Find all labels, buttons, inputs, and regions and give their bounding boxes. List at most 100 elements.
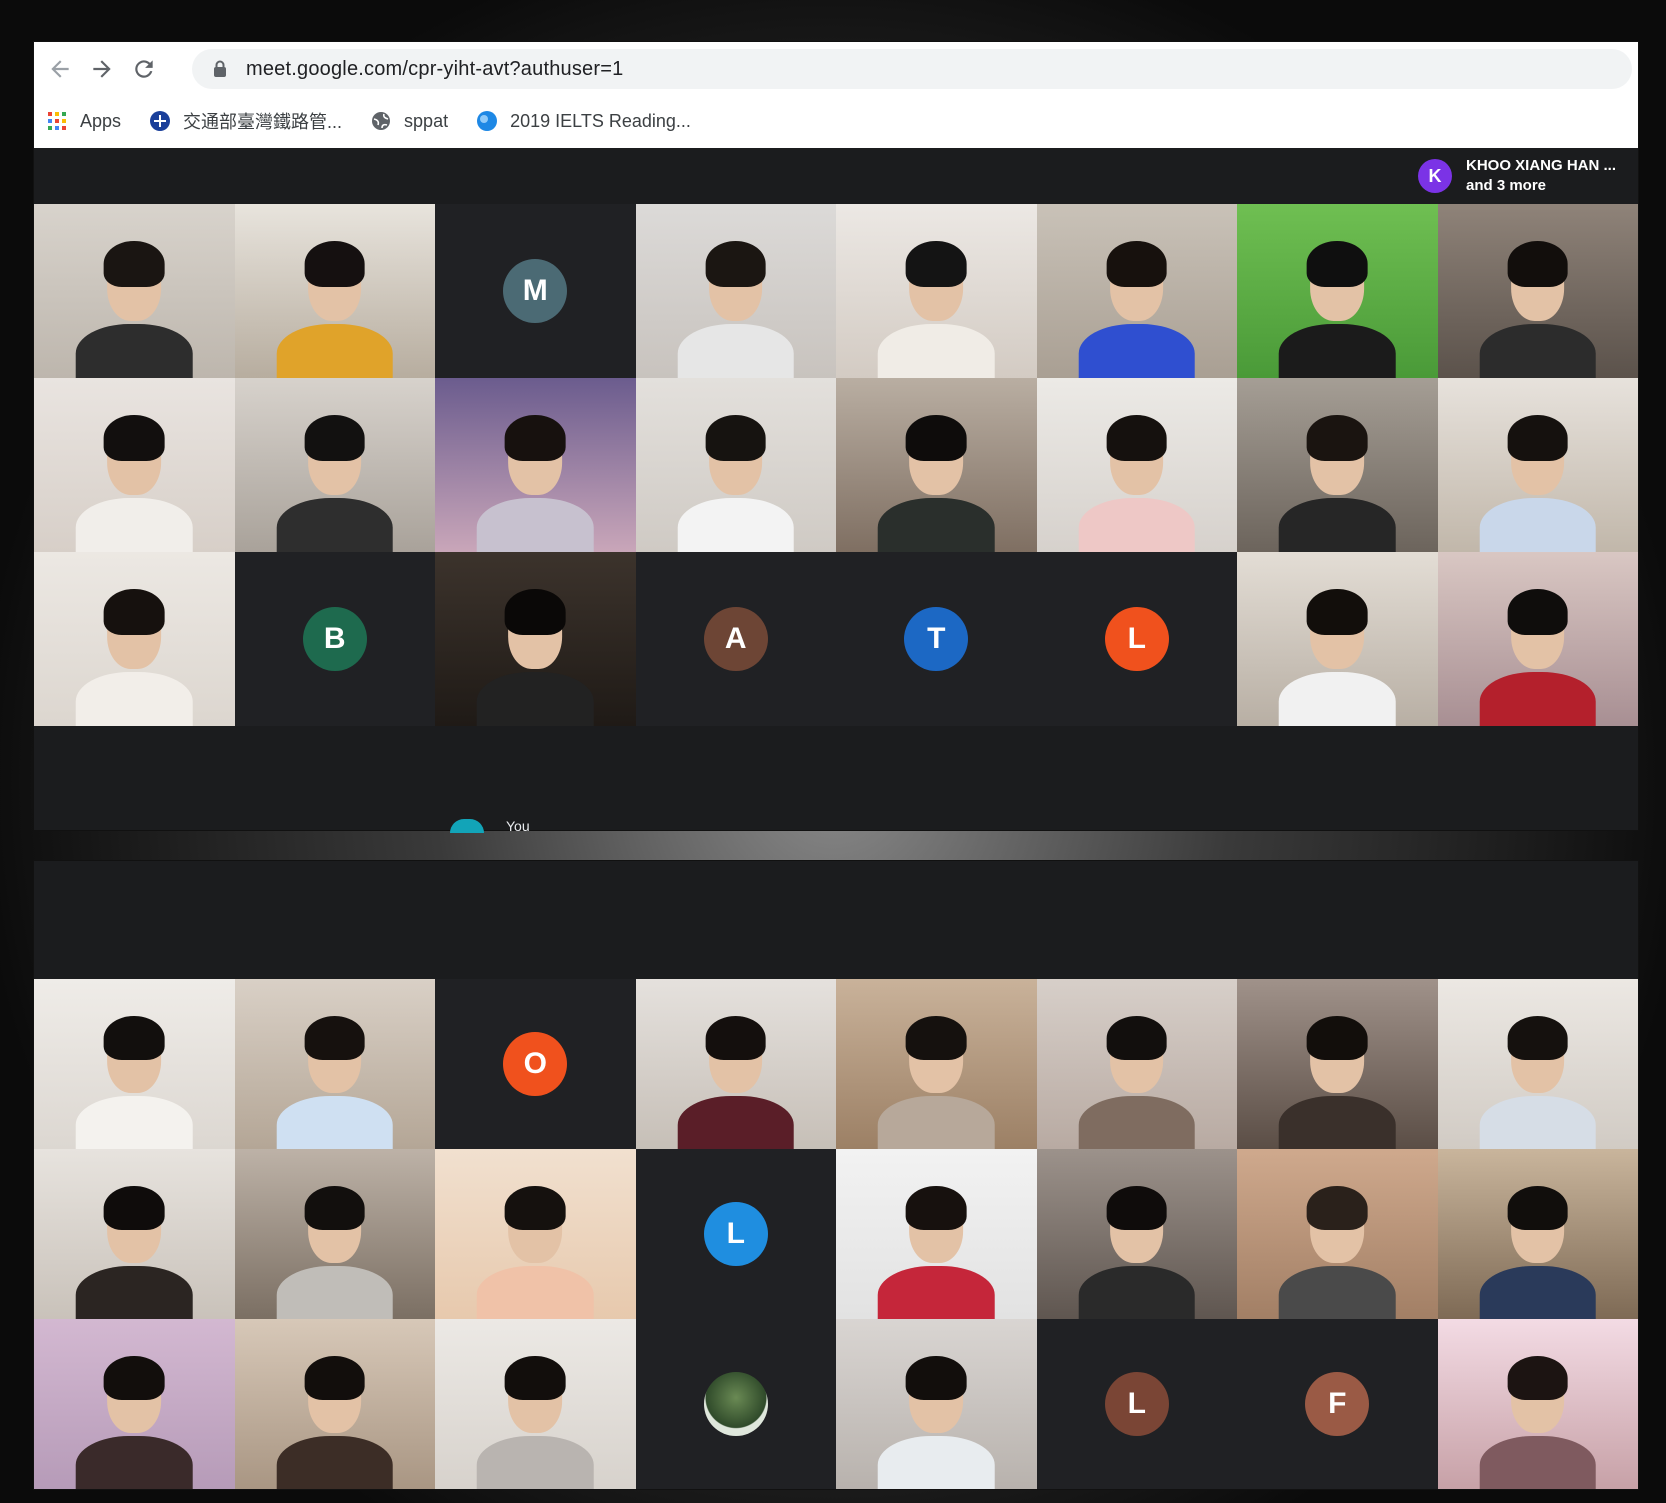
participant-tile[interactable]: [234, 1319, 435, 1489]
participant-tile[interactable]: [1437, 1149, 1638, 1319]
self-view-label: You: [450, 818, 530, 834]
participant-hair: [906, 1185, 967, 1231]
participant-tile[interactable]: [836, 204, 1037, 378]
participant-hair: [104, 415, 165, 462]
participant-hair: [1307, 589, 1368, 636]
bookmark-railway[interactable]: 交通部臺灣鐵路管...: [149, 108, 342, 134]
participant-tile[interactable]: [1237, 1149, 1438, 1319]
bookmark-sppat[interactable]: sppat: [370, 110, 448, 132]
self-avatar-icon: [450, 819, 484, 833]
participant-tile[interactable]: [1237, 979, 1438, 1149]
participant-tile[interactable]: F: [1237, 1319, 1438, 1489]
participant-grid-bottom: O L L F: [34, 979, 1638, 1489]
presentation-owner[interactable]: K KHOO XIANG HAN ... and 3 more: [1418, 152, 1638, 200]
participant-tile[interactable]: [1437, 204, 1638, 378]
participant-hair: [104, 589, 165, 636]
participant-tile[interactable]: [1237, 204, 1438, 378]
participant-video: [76, 583, 193, 726]
participant-video: [477, 583, 594, 726]
globe-icon: [370, 110, 392, 132]
participant-tile[interactable]: L: [635, 1149, 836, 1319]
participant-tile[interactable]: [1437, 552, 1638, 726]
participant-video: [477, 409, 594, 552]
url-text: meet.google.com/cpr-yiht-avt?authuser=1: [246, 57, 624, 80]
participant-tile[interactable]: M: [435, 204, 636, 378]
participant-tile[interactable]: [836, 1149, 1037, 1319]
participant-video: [76, 1350, 193, 1489]
participant-body: [1479, 498, 1596, 552]
participant-hair: [104, 1015, 165, 1061]
participant-tile[interactable]: A: [635, 552, 836, 726]
participant-tile[interactable]: [635, 979, 836, 1149]
participant-hair: [104, 1185, 165, 1231]
participant-tile[interactable]: [1437, 979, 1638, 1149]
participant-tile[interactable]: [1036, 378, 1237, 552]
participant-tile[interactable]: O: [435, 979, 636, 1149]
participant-tile[interactable]: L: [1036, 552, 1237, 726]
bookmark-label: Apps: [80, 110, 122, 131]
participant-tile[interactable]: [1437, 378, 1638, 552]
participant-tile[interactable]: [836, 1319, 1037, 1489]
participant-tile[interactable]: [1237, 552, 1438, 726]
participant-body: [76, 672, 193, 726]
participant-hair: [304, 1185, 365, 1231]
back-button[interactable]: [44, 53, 76, 85]
bookmark-ielts[interactable]: 2019 IELTS Reading...: [476, 110, 691, 132]
participant-tile[interactable]: [1036, 1149, 1237, 1319]
participant-tile[interactable]: T: [836, 552, 1037, 726]
participant-body: [1078, 1096, 1195, 1149]
participant-tile[interactable]: B: [234, 552, 435, 726]
participant-tile[interactable]: [435, 1149, 636, 1319]
participant-body: [276, 1266, 393, 1319]
participant-tile[interactable]: [234, 979, 435, 1149]
participant-body: [878, 1266, 995, 1319]
address-bar[interactable]: meet.google.com/cpr-yiht-avt?authuser=1: [192, 49, 1632, 89]
participant-tile[interactable]: [1036, 204, 1237, 378]
forward-button[interactable]: [86, 53, 118, 85]
participant-hair: [906, 241, 967, 288]
bookmark-label: sppat: [404, 110, 449, 131]
participant-video: [76, 409, 193, 552]
participant-body: [1078, 1266, 1195, 1319]
participant-tile[interactable]: [1237, 378, 1438, 552]
participant-tile[interactable]: [836, 979, 1037, 1149]
participant-video: [1479, 1180, 1596, 1319]
participant-tile[interactable]: [1036, 979, 1237, 1149]
participant-body: [878, 1436, 995, 1489]
participant-video: [1479, 1010, 1596, 1149]
participant-tile[interactable]: [635, 378, 836, 552]
participant-hair: [1507, 241, 1568, 288]
participant-body: [878, 1096, 995, 1149]
participant-hair: [906, 415, 967, 462]
participant-tile[interactable]: [1437, 1319, 1638, 1489]
participant-tile[interactable]: [34, 1319, 235, 1489]
participant-tile[interactable]: [34, 204, 235, 378]
participant-hair: [705, 241, 766, 288]
participant-tile[interactable]: [34, 552, 235, 726]
participant-hair: [505, 589, 566, 636]
participant-tile[interactable]: [635, 1319, 836, 1489]
participant-grid-top: M B A T L: [34, 204, 1638, 726]
reload-icon: [135, 60, 153, 78]
meet-header-bottom: [34, 861, 1638, 979]
participant-tile[interactable]: [34, 378, 235, 552]
reload-button[interactable]: [128, 53, 160, 85]
participant-tile[interactable]: [234, 204, 435, 378]
railway-logo-icon: [149, 110, 171, 132]
participant-tile[interactable]: [435, 552, 636, 726]
participant-hair: [1307, 1185, 1368, 1231]
participant-tile[interactable]: [435, 1319, 636, 1489]
participant-tile[interactable]: [635, 204, 836, 378]
participant-tile[interactable]: [34, 979, 235, 1149]
participant-tile[interactable]: [234, 378, 435, 552]
bookmark-apps[interactable]: Apps: [46, 110, 121, 132]
participant-body: [76, 1096, 193, 1149]
participant-body: [477, 672, 594, 726]
participant-tile[interactable]: [234, 1149, 435, 1319]
participant-avatar: T: [904, 607, 969, 671]
participant-tile[interactable]: [34, 1149, 235, 1319]
participant-tile[interactable]: [836, 378, 1037, 552]
participant-tile[interactable]: [435, 378, 636, 552]
participant-tile[interactable]: L: [1036, 1319, 1237, 1489]
participant-body: [477, 1436, 594, 1489]
